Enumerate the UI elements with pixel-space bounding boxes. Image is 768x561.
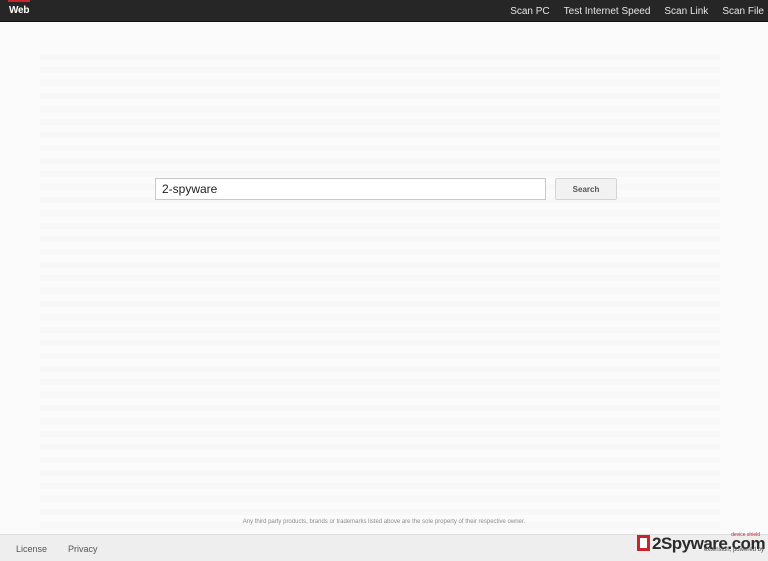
page: Web Scan PC Test Internet Speed Scan Lin… (0, 0, 768, 561)
footer-privacy-link[interactable]: Privacy (68, 544, 98, 554)
background-texture (40, 48, 720, 528)
footer-license-link[interactable]: License (16, 544, 47, 554)
watermark-tag: device shield (731, 532, 760, 538)
search-input[interactable] (155, 178, 546, 200)
top-nav: Scan PC Test Internet Speed Scan Link Sc… (496, 0, 764, 22)
nav-test-internet-speed[interactable]: Test Internet Speed (564, 6, 651, 17)
top-bar: Web Scan PC Test Internet Speed Scan Lin… (0, 0, 768, 22)
powered-by-text: extension, powered by (703, 547, 764, 553)
nav-scan-pc[interactable]: Scan PC (510, 6, 549, 17)
nav-scan-file[interactable]: Scan File (722, 6, 764, 17)
search-button[interactable]: Search (555, 178, 617, 200)
nav-scan-link[interactable]: Scan Link (664, 6, 708, 17)
spyware-logo-icon (637, 535, 650, 551)
disclaimer: Any third party products, brands or trad… (242, 519, 526, 525)
brand-accent (8, 0, 30, 2)
brand-logo[interactable]: Web (9, 5, 30, 16)
